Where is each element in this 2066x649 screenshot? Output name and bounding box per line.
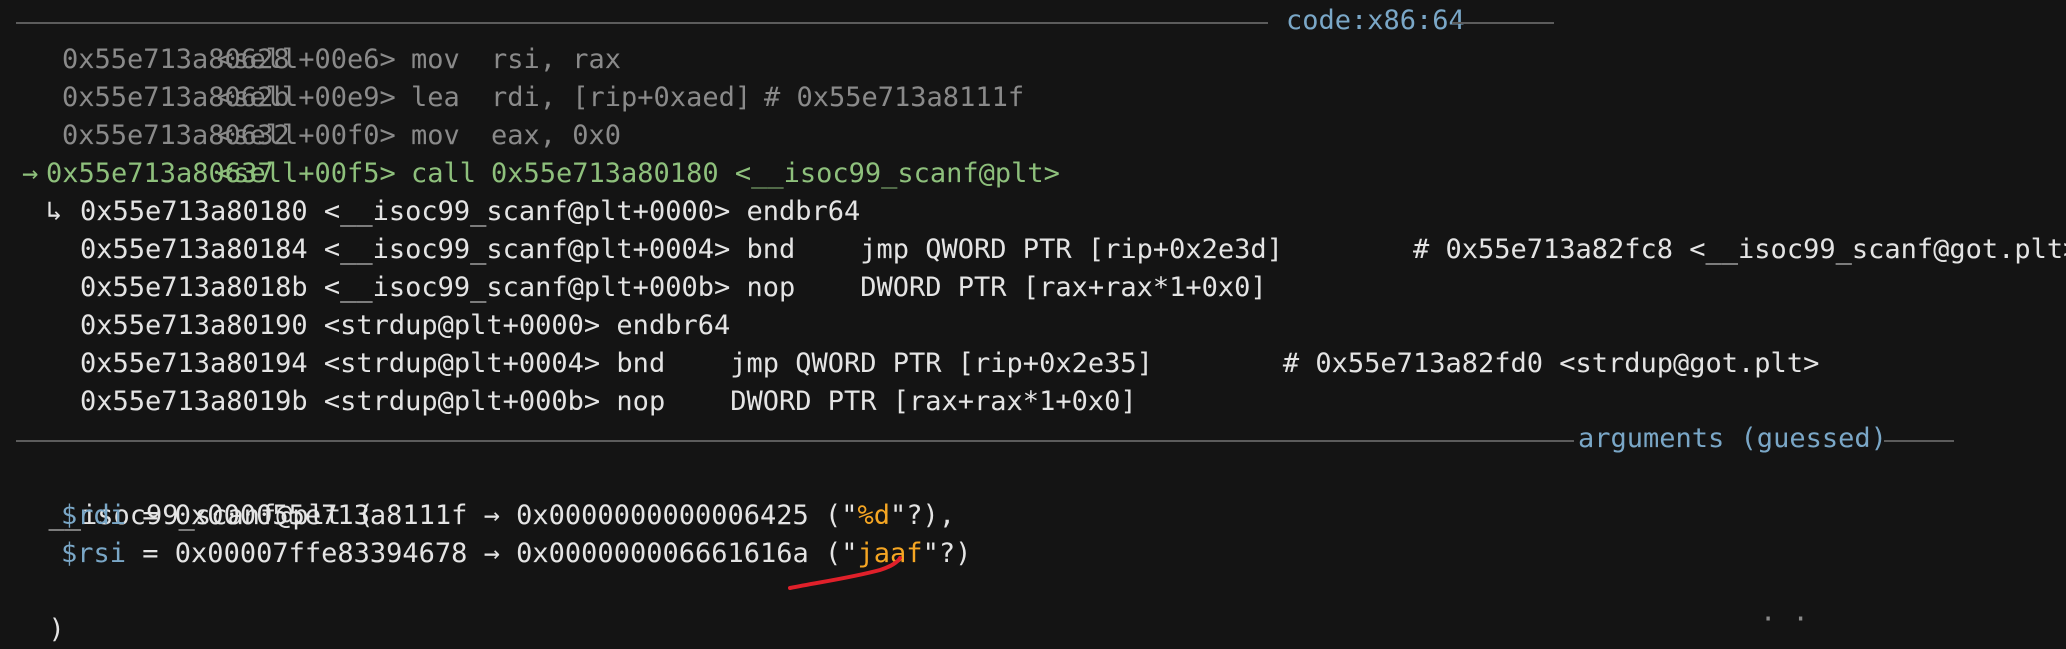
instruction-operands: eax, 0x0 (491, 120, 622, 151)
instruction-mnemonic: mov (411, 120, 460, 151)
call-target-line: 0x55e713a8018b <__isoc99_scanf@plt+000b>… (16, 269, 1267, 307)
instruction-mnemonic: mov (411, 44, 460, 75)
current-instruction-line: → 0x55e713a80637 <sell+00f5> call 0x55e7… (16, 155, 1060, 193)
argument-tail: "?), (890, 500, 956, 531)
call-target-line: ↳ 0x55e713a80180 <__isoc99_scanf@plt+000… (16, 193, 860, 231)
call-target-line: 0x55e713a80194 <strdup@plt+0004> bnd jmp… (16, 345, 1819, 383)
red-underline-annotation-icon (788, 556, 902, 590)
instruction-comment: # 0x55e713a8111f (764, 82, 1025, 113)
cropped-bottom-text: · · (1760, 604, 1809, 635)
call-target-line: 0x55e713a80184 <__isoc99_scanf@plt+0004>… (16, 231, 2066, 269)
target-instruction-text: 0x55e713a8019b <strdup@plt+000b> nop DWO… (80, 386, 1137, 417)
argument-line: $rsi = 0x00007ffe83394678 → 0x0000000066… (16, 535, 971, 573)
instruction-operands: rdi, [rip+0xaed] (491, 82, 752, 113)
function-call-open: __isoc99_scanf@plt ( (48, 500, 374, 531)
arguments-section-label: arguments (guessed) (1578, 423, 1887, 454)
branch-arrow-icon: ↳ (46, 196, 63, 227)
argument-line: $rdi = 0x000055e713a8111f → 0x0000000000… (16, 497, 955, 535)
target-instruction-text: 0x55e713a80184 <__isoc99_scanf@plt+0004>… (80, 234, 2066, 265)
argument-tail: "?) (922, 538, 972, 569)
instruction-symbol: <sell+00e6> (217, 44, 396, 75)
register-name: $rdi (61, 500, 127, 531)
instruction-operands: 0x55e713a80180 <__isoc99_scanf@plt> (491, 158, 1060, 189)
function-call-close: ) (48, 614, 65, 645)
cropped-top-text: ' (300, 0, 316, 13)
target-instruction-text: 0x55e713a80180 <__isoc99_scanf@plt+0000>… (80, 196, 861, 227)
argument-value: = 0x000055e713a8111f → 0x000000000000642… (126, 500, 858, 531)
instruction-operands: rsi, rax (491, 44, 622, 75)
instruction-mnemonic: lea (411, 82, 460, 113)
register-name: $rsi (61, 538, 127, 569)
target-instruction-text: 0x55e713a80194 <strdup@plt+0004> bnd jmp… (80, 348, 1820, 379)
past-instruction-line: 0x55e713a80628 <sell+00e6> mov rsi, rax (16, 41, 621, 79)
call-target-line: 0x55e713a80190 <strdup@plt+0000> endbr64 (16, 307, 730, 345)
instruction-symbol: <sell+00e9> (217, 82, 396, 113)
target-instruction-text: 0x55e713a80190 <strdup@plt+0000> endbr64 (80, 310, 731, 341)
instruction-mnemonic: call (411, 158, 477, 189)
instruction-symbol: <sell+00f5> (217, 158, 396, 189)
current-arrow-icon: → (22, 158, 39, 189)
argument-value: = 0x00007ffe83394678 → 0x000000006661616… (126, 538, 858, 569)
past-instruction-line: 0x55e713a8062b <sell+00e9> lea rdi, [rip… (16, 79, 1024, 117)
past-instruction-line: 0x55e713a80632 <sell+00f0> mov eax, 0x0 (16, 117, 621, 155)
call-target-line: 0x55e713a8019b <strdup@plt+000b> nop DWO… (16, 383, 1137, 421)
instruction-symbol: <sell+00f0> (217, 120, 396, 151)
argument-string: %d (857, 500, 891, 531)
target-instruction-text: 0x55e713a8018b <__isoc99_scanf@plt+000b>… (80, 272, 1267, 303)
code-section-label: code:x86:64 (1286, 5, 1465, 36)
